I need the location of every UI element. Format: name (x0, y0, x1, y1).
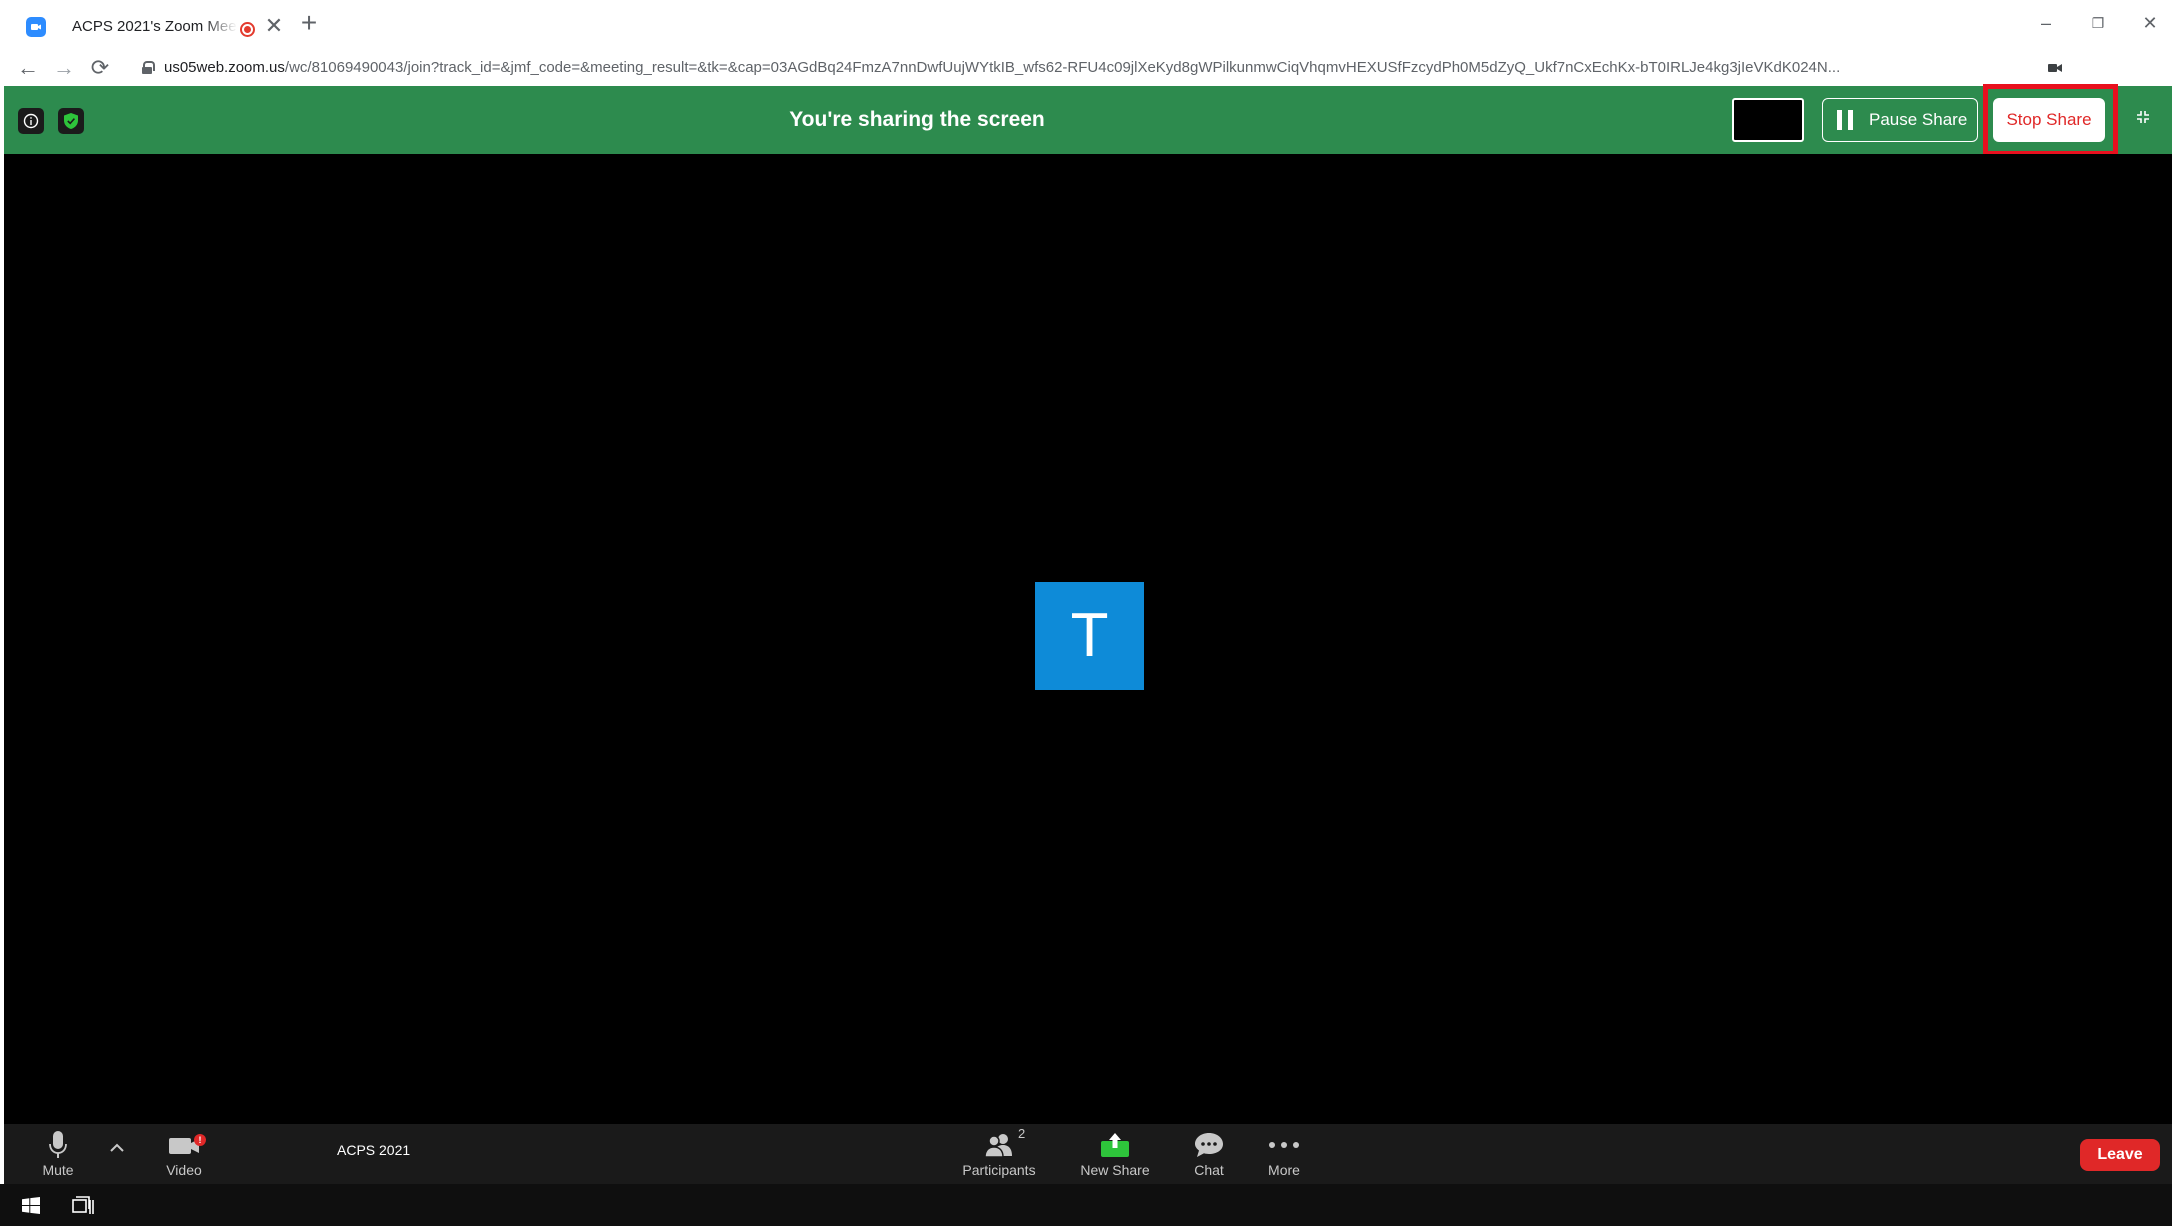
video-camera-icon: ! (124, 1130, 244, 1160)
reload-button[interactable]: ⟳ (86, 54, 114, 82)
tab-title: ACPS 2021's Zoom Meeting (72, 18, 237, 35)
camera-in-use-icon[interactable] (2048, 63, 2062, 73)
meeting-video-area: T (4, 154, 2172, 1124)
meeting-control-bar: Mute ! Video ACPS 2021 2 Participants Ne… (4, 1124, 2172, 1184)
url-host: us05web.zoom.us (164, 59, 285, 76)
pause-icon (1837, 110, 1853, 130)
windows-taskbar (0, 1184, 2172, 1226)
window-close-button[interactable]: ✕ (2130, 9, 2170, 37)
mute-button[interactable]: Mute (0, 1130, 118, 1180)
participants-count: 2 (1018, 1126, 1026, 1141)
restore-button[interactable]: ❐ (2078, 9, 2118, 37)
meeting-name: ACPS 2021 (337, 1142, 411, 1158)
tab-close-icon[interactable]: ✕ (263, 15, 285, 37)
lock-icon (142, 61, 155, 74)
windows-start-icon[interactable] (22, 1197, 40, 1214)
mute-label: Mute (42, 1162, 74, 1178)
video-warning-badge: ! (194, 1134, 206, 1146)
participants-button[interactable]: 2 Participants (939, 1126, 1059, 1180)
pause-share-label: Pause Share (1869, 110, 1968, 129)
participant-avatar: T (1035, 582, 1144, 690)
task-view-icon[interactable] (72, 1196, 94, 1216)
more-dots-icon (1224, 1130, 1344, 1160)
microphone-icon (0, 1130, 118, 1160)
sharing-status-title: You're sharing the screen (789, 108, 1045, 131)
shared-screen-thumbnail[interactable] (1732, 98, 1804, 142)
participants-icon: 2 (939, 1126, 1059, 1160)
stop-share-button[interactable]: Stop Share (1993, 98, 2105, 142)
url-path: /wc/81069490043/join?track_id=&jmf_code=… (284, 59, 1841, 76)
url-text[interactable]: us05web.zoom.us/wc/81069490043/join?trac… (164, 59, 1904, 76)
forward-button[interactable]: → (50, 54, 78, 82)
browser-toolbar: ← → ⟳ us05web.zoom.us/wc/81069490043/joi… (0, 50, 2172, 86)
pause-share-button[interactable]: Pause Share (1822, 98, 1978, 142)
address-bar[interactable]: us05web.zoom.us/wc/81069490043/join?trac… (130, 51, 2062, 85)
leave-button[interactable]: Leave (2080, 1139, 2160, 1171)
video-button[interactable]: ! Video (124, 1130, 244, 1180)
browser-tab[interactable]: ACPS 2021's Zoom Meeting ✕ (8, 7, 288, 50)
video-label: Video (166, 1162, 202, 1178)
recording-indicator-icon (240, 22, 255, 37)
collapse-banner-icon[interactable] (2134, 110, 2152, 128)
participants-label: Participants (962, 1162, 1036, 1178)
new-tab-button[interactable]: + (296, 9, 322, 37)
back-button[interactable]: ← (14, 54, 42, 82)
zoom-favicon-icon (26, 17, 46, 37)
more-button[interactable]: More (1224, 1130, 1344, 1180)
browser-tab-strip: ACPS 2021's Zoom Meeting ✕ + – ❐ ✕ (0, 0, 2172, 50)
sharing-banner: You're sharing the screen Pause Share St… (4, 84, 2172, 156)
more-label: More (1268, 1162, 1300, 1178)
minimize-button[interactable]: – (2026, 9, 2066, 37)
